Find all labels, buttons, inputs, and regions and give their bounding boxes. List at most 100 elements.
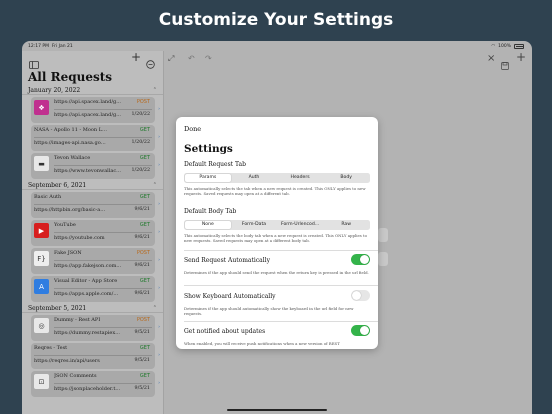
request-item[interactable]: ◎ Dummy - Rest API POST https://dummy.re… [31, 315, 160, 341]
request-item[interactable]: ▶ YouTube GET https://youtube.com 9/6/21… [31, 220, 160, 246]
request-date: 9/6/21 [134, 207, 150, 212]
segment-option[interactable]: Auth [231, 174, 277, 182]
send-auto-toggle[interactable] [351, 254, 370, 265]
section-header[interactable]: September 6, 2021 ⌃ [22, 181, 163, 190]
request-date: 9/5/21 [134, 358, 150, 363]
request-date: 9/6/21 [134, 263, 150, 268]
divider [34, 204, 152, 205]
request-thumbnail-icon: ◎ [34, 318, 49, 333]
request-method: GET [139, 127, 150, 133]
request-name: Basic Auth [34, 194, 62, 200]
request-method: POST [136, 250, 150, 256]
request-method: POST [136, 317, 150, 323]
segment-option[interactable]: Raw [323, 221, 369, 229]
body-tab-desc: This automatically selects the body tab … [184, 233, 367, 243]
divider [184, 285, 378, 286]
segment-option[interactable]: Form-Urlencod... [277, 221, 323, 229]
request-method: GET [139, 194, 150, 200]
home-indicator [227, 409, 327, 411]
keyboard-auto-toggle[interactable] [351, 290, 370, 301]
request-item[interactable]: A Visual Editor - App Store GET https://… [31, 276, 160, 302]
section-header[interactable]: January 20, 2022 ⌃ [22, 86, 163, 95]
segment-option[interactable]: Form-Data [231, 221, 277, 229]
redo-icon[interactable]: ↷ [205, 54, 212, 63]
segment-option[interactable]: Body [323, 174, 369, 182]
battery-icon [514, 44, 524, 49]
notify-toggle[interactable] [351, 325, 370, 336]
request-date: 9/6/21 [134, 235, 150, 240]
request-body: Basic Auth GET https://httpbin.org/basic… [31, 192, 160, 218]
request-thumbnail-icon: ▶ [34, 223, 49, 238]
chevron-right-icon: › [158, 162, 160, 168]
divider [54, 165, 152, 166]
request-item[interactable]: F} Fake JSON POST https://app.fakejson.c… [31, 248, 160, 274]
keyboard-auto-label: Show Keyboard Automatically [184, 293, 276, 300]
status-time: 12:17 PM Fri Jan 21 [28, 44, 73, 49]
request-name: NASA - Apollo 11 - Moon Landi... [34, 127, 108, 133]
request-item[interactable]: ❖ https://api.spacex.land/g... POST http… [31, 97, 160, 123]
notify-label: Get notified about updates [184, 328, 266, 335]
request-name: Dummy - Rest API [54, 317, 101, 323]
wifi-icon: ◠ [491, 44, 496, 49]
settings-title: Settings [184, 143, 233, 155]
request-method: POST [136, 99, 150, 105]
request-item[interactable]: NASA - Apollo 11 - Moon Landi... GET htt… [31, 125, 160, 151]
remove-request-icon[interactable] [146, 54, 155, 73]
request-method: GET [139, 373, 150, 379]
sidebar-toggle-icon[interactable] [29, 54, 39, 73]
expand-icon[interactable]: ⤢ [168, 54, 174, 64]
request-date: 1/20/22 [131, 168, 151, 173]
status-right: ◠ 100% [491, 44, 524, 49]
sidebar: + All Requests January 20, 2022 ⌃ ❖ https:… [22, 50, 164, 414]
divider [54, 109, 152, 110]
battery-percent: 100% [498, 44, 511, 49]
request-name: Reqres - Test [34, 345, 68, 351]
request-url: https://api.spacex.land/g... [54, 112, 121, 118]
settings-modal: Done Settings Default Request Tab Params… [176, 117, 378, 349]
toggle-knob [352, 291, 361, 300]
chevron-up-icon: ⌃ [152, 87, 157, 93]
main-toolbar: ⤢ ↶ ↷ × + [164, 50, 532, 70]
section-header[interactable]: September 5, 2021 ⌃ [22, 304, 163, 313]
divider [54, 383, 152, 384]
toggle-knob [360, 255, 369, 264]
request-date: 9/5/21 [134, 330, 150, 335]
status-time-text: 12:17 PM [28, 44, 49, 49]
request-date: 9/6/21 [134, 291, 150, 296]
request-name: JSON Comments [54, 373, 97, 379]
chevron-right-icon: › [158, 380, 160, 386]
divider [184, 321, 378, 322]
add-request-icon[interactable]: + [131, 50, 141, 64]
segment-option[interactable]: None [184, 220, 231, 230]
done-button[interactable]: Done [184, 125, 201, 133]
request-item[interactable]: Basic Auth GET https://httpbin.org/basic… [31, 192, 160, 218]
chevron-right-icon: › [158, 134, 160, 140]
request-tab-label: Default Request Tab [184, 161, 246, 168]
request-sections: January 20, 2022 ⌃ ❖ https://api.spacex.la… [22, 86, 163, 397]
chevron-right-icon: › [158, 106, 160, 112]
request-item[interactable]: ▬ Tevon Wallace GET https://www.tevonwal… [31, 153, 160, 179]
request-body: NASA - Apollo 11 - Moon Landi... GET htt… [31, 125, 160, 151]
request-body: Dummy - Rest API POST https://dummy.rest… [51, 315, 160, 341]
divider [54, 288, 152, 289]
request-url: https://reqres.in/api/users [34, 358, 100, 364]
request-thumbnail-icon: A [34, 279, 49, 294]
chevron-right-icon: › [158, 324, 160, 330]
request-url: https://images-api.nasa.gov/se... [34, 140, 108, 146]
segment-option[interactable]: Params [184, 173, 231, 183]
request-body: Fake JSON POST https://app.fakejson.com.… [51, 248, 160, 274]
request-url: https://httpbin.org/basic-auth/f... [34, 207, 108, 213]
editor-placeholder-1 [378, 228, 388, 242]
close-icon[interactable]: × [487, 53, 495, 64]
request-date: 9/5/21 [134, 386, 150, 391]
chevron-right-icon: › [158, 285, 160, 291]
request-url: https://jsonplaceholder.t... [54, 386, 121, 392]
undo-icon[interactable]: ↶ [188, 54, 195, 63]
segment-option[interactable]: Headers [277, 174, 323, 182]
request-body: Visual Editor - App Store GET https://ap… [51, 276, 160, 302]
section-date: January 20, 2022 [28, 87, 81, 94]
request-item[interactable]: ⊡ JSON Comments GET https://jsonplacehol… [31, 371, 160, 397]
new-tab-icon[interactable]: + [516, 50, 526, 64]
request-item[interactable]: Reqres - Test GET https://reqres.in/api/… [31, 343, 160, 369]
chevron-up-icon: ⌃ [152, 305, 157, 311]
